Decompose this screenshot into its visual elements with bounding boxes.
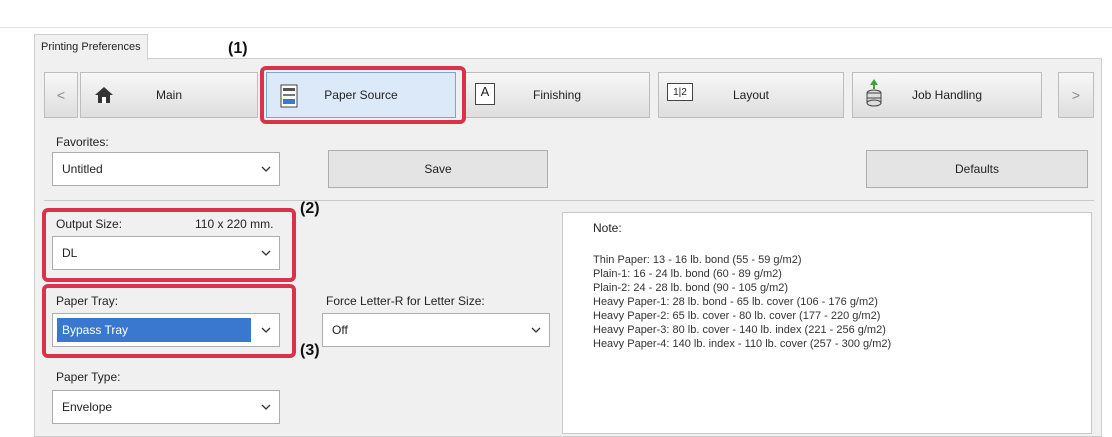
note-line: Plain-1: 16 - 24 lb. bond (60 - 89 g/m2) (593, 268, 782, 280)
note-line: Heavy Paper-1: 28 lb. bond - 65 lb. cove… (593, 296, 878, 308)
tab-strip: < Main Paper Source A Finishing 1|2 Layo… (44, 72, 1094, 118)
chevron-down-icon (531, 327, 541, 333)
favorites-label: Favorites: (56, 135, 109, 149)
chevron-down-icon (261, 404, 271, 410)
paper-type-value: Envelope (62, 400, 113, 414)
scroll-left-button[interactable]: < (44, 72, 78, 118)
note-lines: Thin Paper: 13 - 16 lb. bond (55 - 59 g/… (593, 253, 891, 351)
note-line: Heavy Paper-2: 65 lb. cover - 80 lb. cov… (593, 310, 881, 322)
chevron-right-icon: > (1071, 87, 1081, 103)
highlight-paper-source (260, 66, 466, 124)
scroll-right-button[interactable]: > (1058, 72, 1094, 118)
force-letter-dropdown[interactable]: Off (322, 313, 550, 347)
tab-finishing-label: Finishing (532, 88, 582, 102)
tab-layout-label: Layout (732, 88, 770, 102)
highlight-paper-tray (42, 284, 296, 358)
tab-job-handling[interactable]: Job Handling (852, 72, 1042, 118)
tab-layout[interactable]: 1|2 Layout (658, 72, 844, 118)
note-line: Plain-2: 24 - 28 lb. bond (90 - 105 g/m2… (593, 282, 789, 294)
highlight-output-size (42, 208, 296, 282)
tab-job-handling-label: Job Handling (911, 88, 983, 102)
force-letter-label: Force Letter-R for Letter Size: (326, 294, 485, 308)
callout-2: (2) (300, 200, 320, 217)
tab-main[interactable]: Main (80, 72, 258, 118)
favorites-value: Untitled (62, 162, 103, 176)
note-line: Thin Paper: 13 - 16 lb. bond (55 - 59 g/… (593, 254, 802, 266)
favorites-dropdown[interactable]: Untitled (52, 152, 280, 186)
callout-3: (3) (300, 342, 320, 359)
section-divider (44, 200, 1094, 201)
force-letter-value: Off (332, 323, 348, 337)
title-bar (0, 0, 1112, 28)
note-panel: Note: Thin Paper: 13 - 16 lb. bond (55 -… (562, 212, 1092, 434)
note-title: Note: (593, 221, 622, 235)
chevron-down-icon (261, 166, 271, 172)
note-line: Heavy Paper-4: 140 lb. index - 110 lb. c… (593, 338, 892, 350)
note-line: Heavy Paper-3: 80 lb. cover - 140 lb. in… (593, 324, 886, 336)
chevron-left-icon: < (56, 87, 66, 103)
tab-finishing[interactable]: A Finishing (464, 72, 650, 118)
paper-type-label: Paper Type: (56, 370, 121, 384)
save-button[interactable]: Save (328, 150, 548, 188)
tab-printing-preferences[interactable]: Printing Preferences (34, 34, 148, 60)
defaults-button[interactable]: Defaults (866, 150, 1088, 188)
tab-main-label: Main (155, 88, 182, 102)
callout-1: (1) (228, 40, 248, 57)
paper-type-dropdown[interactable]: Envelope (52, 390, 280, 424)
